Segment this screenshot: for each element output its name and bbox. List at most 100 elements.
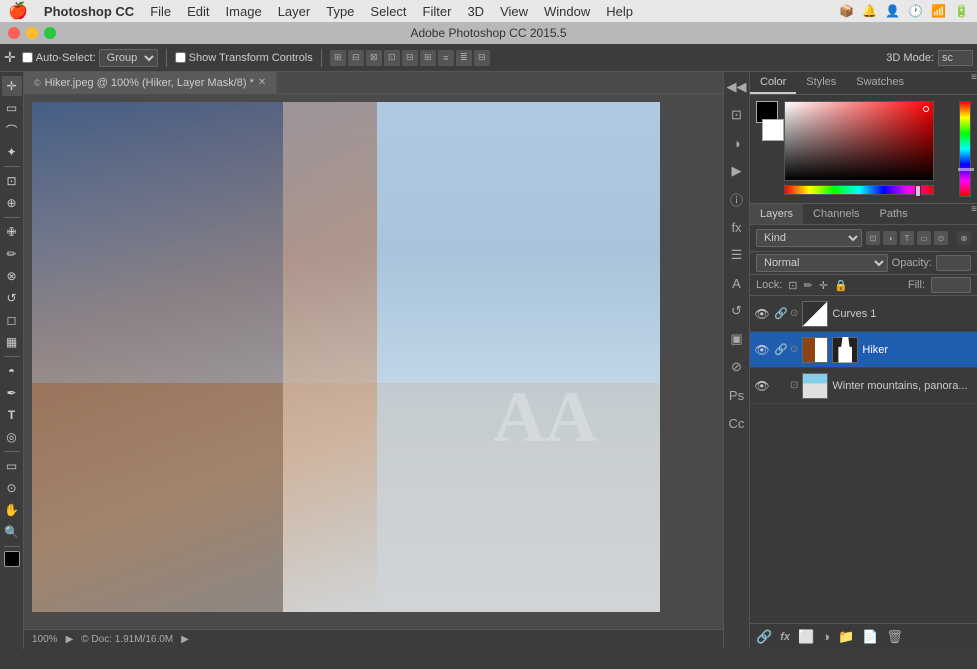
auto-select-dropdown[interactable]: Group Layer [99, 49, 158, 67]
maximize-button[interactable] [44, 27, 56, 39]
brush-preset-icon[interactable]: ☰ [726, 244, 748, 266]
lock-transparent-icon[interactable]: ⊡ [788, 279, 797, 292]
char-icon[interactable]: A [726, 272, 748, 294]
fg-color-swatch[interactable] [4, 551, 20, 567]
layer-fx-bottom-icon[interactable]: fx [780, 631, 790, 643]
layer-mask-bottom-icon[interactable]: ⬜ [798, 629, 814, 645]
pixel-filter-icon[interactable]: ⊡ [866, 231, 880, 245]
align-bottom-icon[interactable]: ⊞ [420, 50, 436, 66]
panel-expand-icon[interactable]: ◀◀ [726, 76, 748, 98]
tab-styles[interactable]: Styles [796, 72, 846, 94]
smartobj-filter-icon[interactable]: ⊙ [934, 231, 948, 245]
tab-swatches[interactable]: Swatches [846, 72, 914, 94]
menu-image[interactable]: Image [226, 4, 262, 19]
lasso-tool[interactable]: ⌒ [2, 120, 22, 140]
canvas[interactable]: AA [32, 102, 660, 612]
lock-position-icon[interactable]: ✛ [819, 279, 828, 292]
brush-tool[interactable]: ✏ [2, 244, 22, 264]
distribute-extra-icon[interactable]: ⊟ [474, 50, 490, 66]
healing-brush-tool[interactable]: ✙ [2, 222, 22, 242]
opacity-input[interactable]: 100% [936, 255, 971, 271]
menu-select[interactable]: Select [370, 4, 406, 19]
status-arrow[interactable]: ▶ [66, 634, 74, 645]
vertical-hue-strip[interactable] [959, 101, 971, 197]
crop-tool[interactable]: ⊡ [2, 171, 22, 191]
layers-panel-menu[interactable]: ≡ [971, 204, 977, 224]
align-top-icon[interactable]: ⊡ [384, 50, 400, 66]
path-selection-tool[interactable]: ◎ [2, 427, 22, 447]
distribute-v-icon[interactable]: ≣ [456, 50, 472, 66]
fx-icon[interactable]: fx [726, 216, 748, 238]
align-center-icon[interactable]: ⊟ [348, 50, 364, 66]
gradient-tool[interactable]: ▦ [2, 332, 22, 352]
tab-channels[interactable]: Channels [803, 204, 869, 224]
text-filter-icon[interactable]: T [900, 231, 914, 245]
magic-wand-tool[interactable]: ✦ [2, 142, 22, 162]
color-panel-menu[interactable]: ≡ [971, 72, 977, 94]
selection-tool[interactable]: ▭ [2, 98, 22, 118]
history-brush-tool[interactable]: ↺ [2, 288, 22, 308]
tab-paths[interactable]: Paths [870, 204, 918, 224]
tab-layers[interactable]: Layers [750, 204, 803, 224]
stamp-tool[interactable]: ⊗ [2, 266, 22, 286]
menu-file[interactable]: File [150, 4, 171, 19]
menu-view[interactable]: View [500, 4, 528, 19]
status-expand-arrow[interactable]: ▶ [181, 634, 189, 645]
lock-all-icon[interactable]: 🔒 [834, 279, 848, 292]
adjustments-icon[interactable]: ◑ [726, 132, 748, 154]
menu-filter[interactable]: Filter [423, 4, 452, 19]
close-button[interactable] [8, 27, 20, 39]
rotate-3d-tool[interactable]: ⊙ [2, 478, 22, 498]
layer-visibility-toggle[interactable]: 👁 [754, 306, 770, 322]
eraser-tool[interactable]: ◻ [2, 310, 22, 330]
background-color[interactable] [762, 119, 784, 141]
tab-color[interactable]: Color [750, 72, 796, 94]
properties-icon[interactable]: ⊡ [726, 104, 748, 126]
menu-layer[interactable]: Layer [278, 4, 311, 19]
align-middle-icon[interactable]: ⊟ [402, 50, 418, 66]
canvas-wrapper[interactable]: AA [24, 94, 723, 629]
paths-strip-icon[interactable]: ⊘ [726, 356, 748, 378]
layer-link-bottom-icon[interactable]: 🔗 [756, 629, 772, 645]
history-icon[interactable]: ↺ [726, 300, 748, 322]
layer-item[interactable]: 👁 🔗 ⊙ Curves 1 [750, 296, 977, 332]
new-group-icon[interactable]: 📁 [838, 629, 854, 645]
auto-select-checkbox[interactable] [22, 52, 33, 63]
show-transform-checkbox[interactable] [175, 52, 186, 63]
blend-mode-select[interactable]: Normal Multiply Screen Overlay [756, 254, 888, 272]
new-layer-icon[interactable]: 📄 [862, 629, 878, 645]
align-right-icon[interactable]: ⊠ [366, 50, 382, 66]
zoom-tool[interactable]: 🔍 [2, 522, 22, 542]
delete-layer-icon[interactable]: 🗑 [886, 629, 903, 645]
layer-adjustment-bottom-icon[interactable]: ◑ [822, 629, 830, 644]
filter-toggle-icon[interactable]: ⊗ [957, 231, 971, 245]
fill-input[interactable]: 100% [931, 277, 971, 293]
info-icon[interactable]: ⓘ [726, 188, 748, 210]
rectangle-tool[interactable]: ▭ [2, 456, 22, 476]
hue-bar[interactable] [784, 185, 934, 195]
layer-visibility-toggle[interactable]: 👁 [754, 342, 770, 358]
tab-close-button[interactable]: ✕ [258, 77, 266, 88]
pen-tool[interactable]: ✒ [2, 383, 22, 403]
type-tool[interactable]: T [2, 405, 22, 425]
move-tool[interactable]: ✛ [2, 76, 22, 96]
hand-tool[interactable]: ✋ [2, 500, 22, 520]
cc-icon[interactable]: Cc [726, 412, 748, 434]
menu-window[interactable]: Window [544, 4, 590, 19]
layer-item[interactable]: 👁 ⊡ Winter mountains, panora... [750, 368, 977, 404]
dodge-tool[interactable]: ◓ [2, 361, 22, 381]
layer-visibility-toggle[interactable]: 👁 [754, 378, 770, 394]
layer-mask-thumbnail[interactable] [832, 337, 858, 363]
minimize-button[interactable] [26, 27, 38, 39]
3d-mode-input[interactable] [938, 50, 973, 66]
adjustment-filter-icon[interactable]: ◑ [883, 231, 897, 245]
menu-help[interactable]: Help [606, 4, 633, 19]
hue-handle[interactable] [915, 185, 921, 197]
play-icon[interactable]: ▶ [726, 160, 748, 182]
align-left-icon[interactable]: ⊞ [330, 50, 346, 66]
lock-image-icon[interactable]: ✏ [804, 279, 813, 292]
layers-kind-select[interactable]: Kind Name Effect [756, 229, 862, 247]
menu-edit[interactable]: Edit [187, 4, 209, 19]
eyedropper-tool[interactable]: ⊕ [2, 193, 22, 213]
document-tab[interactable]: © Hiker.jpeg @ 100% (Hiker, Layer Mask/8… [24, 72, 277, 94]
